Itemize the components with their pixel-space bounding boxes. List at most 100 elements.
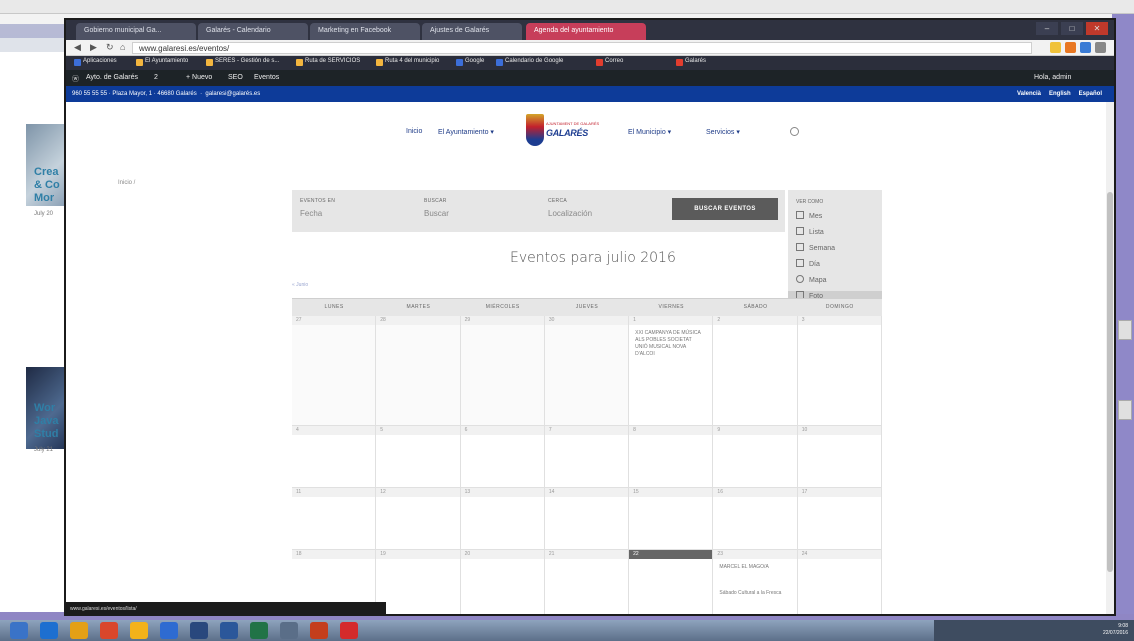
clock[interactable]: 9:08 22/07/2016 <box>1103 623 1128 637</box>
excel-icon[interactable] <box>250 622 268 639</box>
calendar-day-cell[interactable]: 13 <box>460 488 545 550</box>
vertical-scrollbar[interactable] <box>1106 102 1114 614</box>
powerpoint-icon[interactable] <box>310 622 328 639</box>
lang-english[interactable]: English <box>1049 91 1071 97</box>
bookmark-item[interactable]: SERES - Gestión de s... <box>206 58 279 68</box>
browser-tab-active[interactable]: Agenda del ayuntamiento <box>526 23 646 40</box>
scrollbar-thumb[interactable] <box>1107 192 1113 572</box>
site-logo[interactable]: AJUNTAMENT DE GALARÉS GALARÉS <box>526 114 599 150</box>
calendar-day-cell[interactable]: 14 <box>544 488 630 550</box>
home-icon[interactable]: ⌂ <box>120 42 125 52</box>
calendar-day-cell[interactable]: 28 <box>376 316 461 426</box>
post-title[interactable]: Crea & Co Mor <box>34 166 66 205</box>
view-list[interactable]: Lista <box>796 227 824 236</box>
view-map[interactable]: Mapa <box>796 275 827 284</box>
search-icon[interactable] <box>790 127 799 136</box>
date-filter[interactable]: EVENTOS EN Fecha <box>300 198 335 218</box>
bookmark-item[interactable]: Aplicaciones <box>74 58 117 68</box>
calendar-day-cell[interactable]: 16 <box>713 488 798 550</box>
app-icon[interactable] <box>340 622 358 639</box>
calendar-day-cell[interactable]: 21 <box>544 550 630 614</box>
admin-site-link[interactable]: Ayto. de Galarés <box>86 74 138 81</box>
admin-greeting[interactable]: Hola, admin <box>1034 74 1071 81</box>
reload-icon[interactable]: ↻ <box>106 42 114 53</box>
updates-count[interactable]: 2 <box>154 74 158 81</box>
media-icon[interactable] <box>100 622 118 639</box>
menu-icon[interactable] <box>1095 42 1106 53</box>
calendar-day-cell[interactable]: 29 <box>460 316 545 426</box>
event-link[interactable]: XXI CAMPANYA DE MÚSICA ALS POBLES SOCIET… <box>635 330 705 358</box>
extension-icon[interactable] <box>1065 42 1076 53</box>
nav-servicios[interactable]: Servicios ▾ <box>706 128 740 136</box>
back-icon[interactable]: ◀ <box>74 42 81 53</box>
date-input[interactable]: Fecha <box>300 209 335 218</box>
forward-icon[interactable]: ▶ <box>90 42 97 53</box>
calendar-day-cell[interactable]: 12 <box>376 488 461 550</box>
contact-email[interactable]: galaresi@galarés.es <box>205 91 260 97</box>
post-title[interactable]: Wor Java Stud <box>34 402 66 441</box>
calendar-day-cell[interactable]: 17 <box>797 488 882 550</box>
nav-ayuntamiento[interactable]: El Ayuntamiento ▾ <box>438 128 494 136</box>
lang-spanish[interactable]: Español <box>1079 91 1102 97</box>
seo-link[interactable]: SEO <box>228 74 243 81</box>
folder-icon[interactable] <box>70 622 88 639</box>
calendar-day-cell[interactable]: 5 <box>376 426 461 488</box>
calendar-day-cell[interactable]: 24 <box>797 550 882 614</box>
bookmark-item[interactable]: Ruta 4 del municipio <box>376 58 439 68</box>
bookmark-item[interactable]: Ruta de SERVICIOS <box>296 58 360 68</box>
bookmark-star-icon[interactable] <box>1050 42 1061 53</box>
side-tab[interactable] <box>1118 320 1132 340</box>
calendar-day-cell[interactable]: 22 <box>629 550 714 614</box>
event-link[interactable]: Sábado Cultural a la Fresca <box>719 590 789 597</box>
calendar-day-cell[interactable]: 11 <box>292 488 377 550</box>
events-admin-link[interactable]: Eventos <box>254 74 279 81</box>
breadcrumb[interactable]: Inicio / <box>118 180 135 186</box>
calendar-day-cell[interactable]: 6 <box>460 426 545 488</box>
start-icon[interactable] <box>10 622 28 639</box>
location-filter[interactable]: CERCA Localización <box>548 198 592 218</box>
location-input[interactable]: Localización <box>548 209 592 218</box>
wordpress-icon[interactable]: ⓦ <box>72 74 79 84</box>
search-events-button[interactable]: BUSCAR EVENTOS <box>672 198 778 220</box>
view-month[interactable]: Mes <box>796 211 822 220</box>
browser-tab[interactable]: Ajustes de Galarés <box>422 23 522 40</box>
calendar-day-cell[interactable]: 2 <box>713 316 798 426</box>
bookmark-item[interactable]: Galarés <box>676 58 706 68</box>
calendar-day-cell[interactable]: 9 <box>713 426 798 488</box>
new-content-link[interactable]: + Nuevo <box>186 74 212 81</box>
chrome-icon[interactable] <box>130 622 148 639</box>
nav-municipio[interactable]: El Municipio ▾ <box>628 128 671 136</box>
lang-valencian[interactable]: Valencià <box>1017 91 1041 97</box>
maximize-button[interactable]: □ <box>1061 22 1083 35</box>
previous-month-link[interactable]: « Junio <box>292 282 308 288</box>
browser-tab[interactable]: Marketing en Facebook <box>310 23 420 40</box>
calendar-day-cell[interactable]: 7 <box>544 426 630 488</box>
calendar-day-cell[interactable]: 19 <box>376 550 461 614</box>
side-tab[interactable] <box>1118 400 1132 420</box>
photoshop-icon[interactable] <box>190 622 208 639</box>
calendar-day-cell[interactable]: 3 <box>797 316 882 426</box>
app-icon[interactable] <box>160 622 178 639</box>
search-input[interactable]: Buscar <box>424 209 449 218</box>
view-week[interactable]: Semana <box>796 243 835 252</box>
nav-home[interactable]: Inicio <box>406 128 422 135</box>
calendar-day-cell[interactable]: 1 XXI CAMPANYA DE MÚSICA ALS POBLES SOCIE… <box>629 316 714 426</box>
browser-tab[interactable]: Galarés - Calendario <box>198 23 308 40</box>
calendar-day-cell[interactable]: 27 <box>292 316 377 426</box>
app-icon[interactable] <box>280 622 298 639</box>
calendar-day-cell[interactable]: 4 <box>292 426 377 488</box>
browser-tab[interactable]: Gobierno municipal Ga... <box>76 23 196 40</box>
bookmark-item[interactable]: El Ayuntamiento <box>136 58 188 68</box>
close-button[interactable]: ✕ <box>1086 22 1108 35</box>
calendar-day-cell[interactable]: 8 <box>629 426 714 488</box>
minimize-button[interactable]: – <box>1036 22 1058 35</box>
url-input[interactable]: www.galaresi.es/eventos/ <box>132 42 1032 54</box>
calendar-day-cell[interactable]: 10 <box>797 426 882 488</box>
search-filter[interactable]: BUSCAR Buscar <box>424 198 449 218</box>
event-link[interactable]: MARCEL EL MAGO/A <box>719 564 789 571</box>
calendar-day-cell[interactable]: 23 MARCEL EL MAGO/A Sábado Cultural a la F… <box>713 550 798 614</box>
bookmark-item[interactable]: Calendario de Google <box>496 58 563 68</box>
browser-ie-icon[interactable] <box>40 622 58 639</box>
calendar-day-cell[interactable]: 30 <box>544 316 630 426</box>
word-icon[interactable] <box>220 622 238 639</box>
